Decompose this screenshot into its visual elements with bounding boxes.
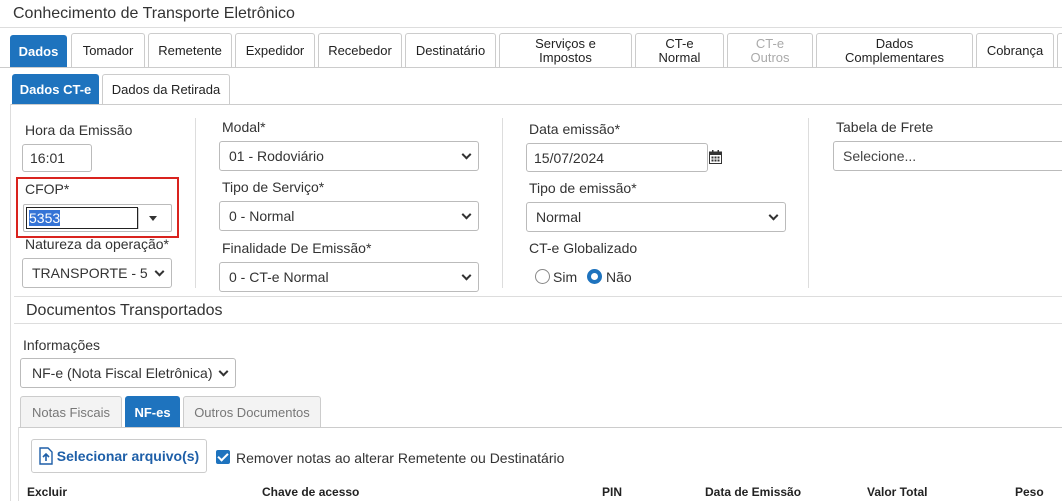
hora-emissao-input[interactable]: 16:01 — [22, 144, 92, 172]
tab-bar-divider — [0, 67, 1062, 68]
remove-notes-checkbox[interactable] — [216, 450, 230, 464]
remove-notes-label[interactable]: Remover notas ao alterar Remetente ou De… — [236, 450, 564, 466]
cfop-divider — [138, 208, 139, 229]
chevron-down-icon — [461, 149, 472, 160]
column-header-chave: Chave de acesso — [262, 485, 360, 499]
tab-dados[interactable]: Dados — [10, 35, 67, 68]
tab-remetente[interactable]: Remetente — [148, 33, 232, 68]
section-documentos-title: Documentos Transportados — [26, 302, 223, 319]
column-header-excluir: Excluir — [27, 485, 68, 499]
globalizado-sim-radio[interactable] — [535, 269, 550, 284]
panel-border — [10, 104, 11, 501]
tipo-emissao-select[interactable]: Normal — [526, 202, 786, 232]
file-upload-icon — [39, 447, 53, 465]
select-file-button[interactable]: Selecionar arquivo(s) — [31, 439, 207, 473]
tipo-emissao-label: Tipo de emissão* — [529, 180, 637, 196]
doc-tab-divider — [18, 427, 1062, 428]
globalizado-label: CT-e Globalizado — [529, 240, 638, 256]
globalizado-nao-label[interactable]: Não — [606, 269, 632, 285]
subtab-dados-retirada[interactable]: Dados da Retirada — [102, 74, 230, 104]
data-emissao-label: Data emissão* — [529, 121, 621, 137]
finalidade-label: Finalidade De Emissão* — [222, 240, 372, 256]
calendar-icon[interactable] — [709, 150, 722, 164]
tab-cte-outros[interactable]: CT-e Outros — [727, 33, 813, 68]
chevron-down-icon — [461, 270, 472, 281]
doc-tab-nfes[interactable]: NF-es — [125, 396, 180, 427]
tabela-frete-select[interactable]: Selecione... — [833, 141, 1062, 171]
natureza-select[interactable]: TRANSPORTE - 5 — [22, 258, 172, 288]
tipo-servico-select[interactable]: 0 - Normal — [219, 201, 479, 231]
tabela-frete-label: Tabela de Frete — [836, 119, 934, 135]
informacoes-select[interactable]: NF-e (Nota Fiscal Eletrônica) — [20, 358, 236, 388]
subtab-divider — [10, 104, 1062, 105]
doc-panel-border — [18, 427, 19, 501]
tab-dados-complementares[interactable]: Dados Complementares — [816, 33, 973, 68]
cfop-label: CFOP* — [25, 181, 70, 197]
chevron-down-icon — [154, 266, 165, 277]
data-emissao-input[interactable]: 15/07/2024 — [526, 143, 708, 172]
informacoes-label: Informações — [23, 337, 101, 353]
column-header-pin: PIN — [602, 485, 623, 499]
globalizado-sim-label[interactable]: Sim — [553, 269, 577, 285]
globalizado-nao-radio[interactable] — [587, 269, 602, 284]
finalidade-select[interactable]: 0 - CT-e Normal — [219, 262, 479, 292]
cfop-input[interactable]: 5353 — [26, 207, 138, 229]
tab-cte-normal[interactable]: CT-e Normal — [635, 33, 724, 68]
tab-destinatario[interactable]: Destinatário — [405, 33, 496, 68]
window-title-bar: Conhecimento de Transporte Eletrônico — [0, 0, 1062, 28]
window-title: Conhecimento de Transporte Eletrônico — [13, 5, 295, 22]
tab-recebedor[interactable]: Recebedor — [318, 33, 402, 68]
cfop-combobox[interactable]: 5353 — [23, 204, 172, 232]
column-header-peso: Peso — [1015, 485, 1044, 499]
tab-more[interactable] — [1057, 33, 1062, 68]
column-separator — [195, 118, 196, 288]
column-separator — [502, 118, 503, 288]
modal-select[interactable]: 01 - Rodoviário — [219, 141, 479, 171]
column-header-valor-total: Valor Total — [867, 485, 928, 499]
chevron-down-icon — [461, 209, 472, 220]
doc-tab-outros-documentos[interactable]: Outros Documentos — [183, 396, 321, 427]
column-header-data-emissao: Data de Emissão — [705, 485, 802, 499]
doc-tab-notas-fiscais[interactable]: Notas Fiscais — [20, 396, 122, 427]
caret-down-icon[interactable] — [149, 216, 157, 221]
tab-servicos-impostos[interactable]: Serviços e Impostos — [499, 33, 632, 68]
natureza-label: Natureza da operação* — [25, 236, 169, 252]
column-separator — [808, 118, 809, 288]
tab-expedidor[interactable]: Expedidor — [235, 33, 315, 68]
chevron-down-icon — [218, 366, 229, 377]
chevron-down-icon — [768, 210, 779, 221]
subtab-dados-cte[interactable]: Dados CT-e — [12, 74, 99, 104]
modal-label: Modal* — [222, 119, 266, 135]
tab-cobranca[interactable]: Cobrança — [976, 33, 1054, 68]
tab-tomador[interactable]: Tomador — [71, 33, 145, 68]
section-documentos: Documentos Transportados — [14, 296, 1062, 324]
hora-emissao-label: Hora da Emissão — [25, 122, 133, 138]
tipo-servico-label: Tipo de Serviço* — [222, 179, 325, 195]
